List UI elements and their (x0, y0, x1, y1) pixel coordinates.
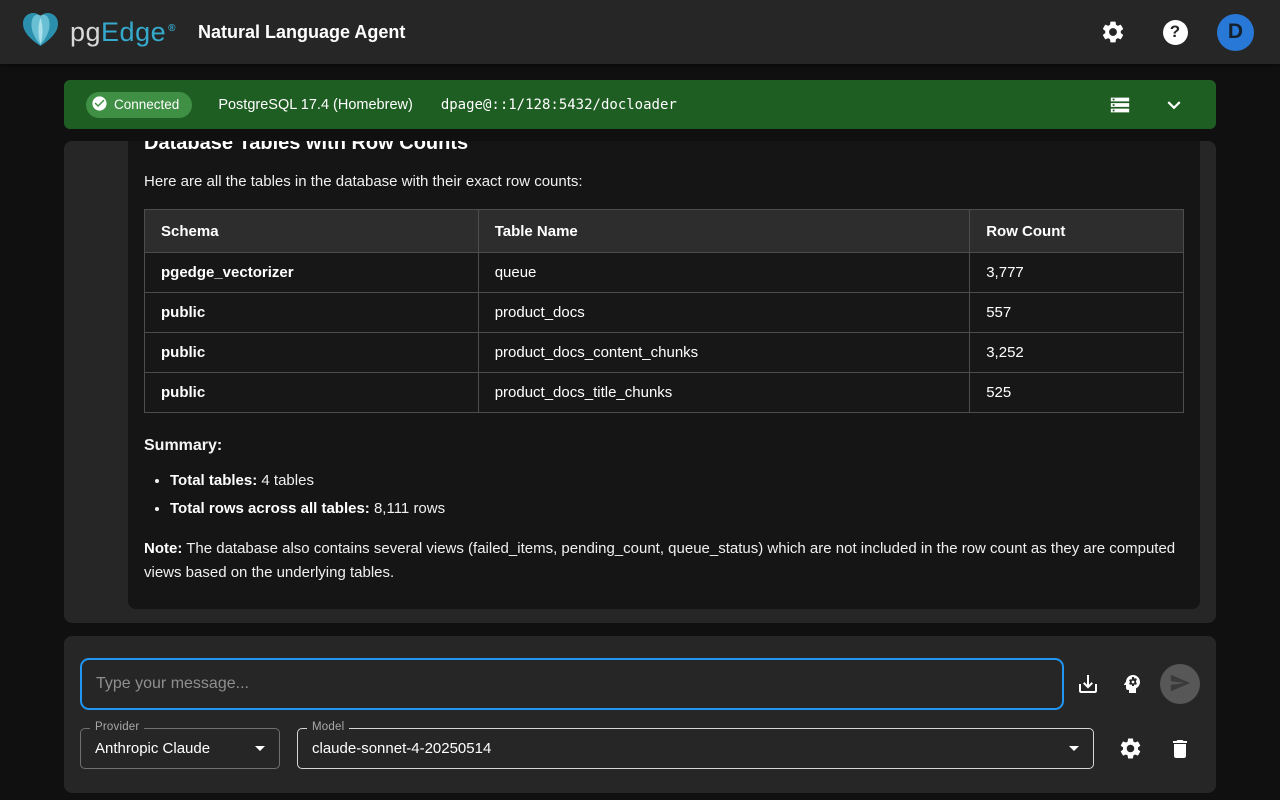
cell-row-count: 3,777 (970, 253, 1184, 293)
status-badge: Connected (86, 92, 192, 118)
app-header: pgEdge® Natural Language Agent ? D (0, 0, 1280, 64)
cell-schema: pgedge_vectorizer (145, 253, 479, 293)
pgedge-heart-icon (20, 11, 62, 54)
model-select-label: Model (307, 721, 349, 733)
chevron-down-icon (1161, 92, 1187, 118)
cell-schema: public (145, 333, 479, 373)
page-title: Natural Language Agent (198, 22, 405, 43)
message-input[interactable] (80, 658, 1064, 710)
brand-wordmark: pgEdge® (70, 17, 176, 48)
column-header-row-count: Row Count (970, 210, 1184, 253)
cell-table-name: queue (478, 253, 970, 293)
note-text: The database also contains several views… (144, 540, 1175, 581)
cell-row-count: 557 (970, 293, 1184, 333)
bullet-label: Total tables: (170, 472, 257, 489)
help-button[interactable]: ? (1155, 12, 1195, 52)
list-item: Total rows across all tables: 8,111 rows (170, 495, 1184, 523)
note-label: Note: (144, 540, 182, 557)
table-row: public product_docs_title_chunks 525 (145, 373, 1184, 413)
clear-chat-button[interactable] (1160, 729, 1200, 769)
tables-row-count-table: Schema Table Name Row Count pgedge_vecto… (144, 209, 1184, 413)
storage-icon (1109, 94, 1131, 116)
brand-registered-mark: ® (168, 23, 176, 34)
table-row: public product_docs 557 (145, 293, 1184, 333)
dropdown-caret-icon (1069, 746, 1079, 751)
bullet-label: Total rows across all tables: (170, 500, 370, 517)
send-icon (1169, 672, 1191, 697)
gear-icon (1100, 19, 1126, 45)
assistant-message: Database Tables with Row Counts Here are… (128, 141, 1200, 609)
summary-list: Total tables: 4 tables Total rows across… (170, 467, 1184, 523)
status-badge-label: Connected (114, 97, 179, 112)
cell-row-count: 525 (970, 373, 1184, 413)
pgedge-logo: pgEdge® (20, 11, 176, 54)
model-select[interactable]: Model claude-sonnet-4-20250514 (297, 728, 1094, 769)
list-item: Total tables: 4 tables (170, 467, 1184, 495)
cell-table-name: product_docs_content_chunks (478, 333, 970, 373)
table-row: public product_docs_content_chunks 3,252 (145, 333, 1184, 373)
cell-schema: public (145, 373, 479, 413)
table-row: pgedge_vectorizer queue 3,777 (145, 253, 1184, 293)
bullet-value: 4 tables (257, 472, 314, 489)
download-chat-button[interactable] (1068, 664, 1108, 704)
dropdown-caret-icon (255, 746, 265, 751)
summary-heading: Summary: (144, 437, 1184, 455)
cell-table-name: product_docs (478, 293, 970, 333)
psychology-icon (1120, 672, 1144, 696)
bullet-value: 8,111 rows (370, 500, 445, 517)
cell-schema: public (145, 293, 479, 333)
note-paragraph: Note: The database also contains several… (144, 537, 1184, 585)
column-header-schema: Schema (145, 210, 479, 253)
help-icon: ? (1163, 20, 1188, 45)
table-header-row: Schema Table Name Row Count (145, 210, 1184, 253)
composer-panel: Provider Anthropic Claude Model claude-s… (64, 636, 1216, 793)
provider-select[interactable]: Provider Anthropic Claude (80, 728, 280, 769)
message-title: Database Tables with Row Counts (144, 141, 1184, 155)
provider-select-value: Anthropic Claude (95, 740, 210, 757)
connection-string: dpage@::1/128:5432/docloader (441, 97, 677, 113)
column-header-table-name: Table Name (478, 210, 970, 253)
cell-table-name: product_docs_title_chunks (478, 373, 970, 413)
user-avatar[interactable]: D (1217, 14, 1254, 51)
provider-select-label: Provider (90, 721, 144, 733)
server-version-label: PostgreSQL 17.4 (Homebrew) (218, 97, 413, 113)
ai-thinking-button[interactable] (1112, 664, 1152, 704)
connection-bar: Connected PostgreSQL 17.4 (Homebrew) dpa… (64, 80, 1216, 129)
cell-row-count: 3,252 (970, 333, 1184, 373)
brand-pg: pg (70, 17, 101, 48)
brand-edge: Edge (101, 17, 166, 48)
trash-icon (1168, 737, 1192, 761)
chat-settings-button[interactable] (1110, 729, 1150, 769)
chat-scroll-area[interactable]: Database Tables with Row Counts Here are… (64, 141, 1216, 623)
check-circle-icon (91, 95, 108, 115)
settings-button[interactable] (1093, 12, 1133, 52)
gear-icon (1118, 736, 1143, 761)
collapse-connection-button[interactable] (1154, 85, 1194, 125)
database-list-button[interactable] (1100, 85, 1140, 125)
message-intro: Here are all the tables in the database … (144, 171, 1184, 193)
download-icon (1076, 672, 1100, 696)
model-select-value: claude-sonnet-4-20250514 (312, 740, 491, 757)
send-button[interactable] (1160, 664, 1200, 704)
